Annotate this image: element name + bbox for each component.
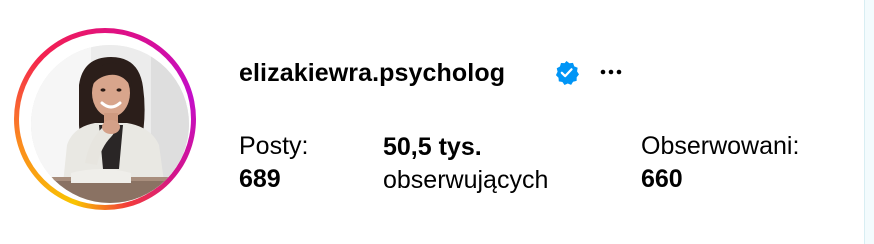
stat-following-label: Obserwowani:: [641, 132, 800, 160]
stat-followers-link[interactable]: 50,5 tys. obserwujących: [383, 130, 548, 196]
avatar: [31, 45, 189, 203]
stat-posts-label: Posty:: [239, 132, 309, 160]
stat-posts-value: 689: [239, 165, 281, 193]
stat-followers-label: obserwujących: [383, 166, 549, 194]
story-ring-avatar-button[interactable]: [14, 28, 196, 210]
stat-followers-value: 50,5 tys.: [383, 133, 482, 161]
window-right-edge: [864, 0, 874, 244]
stat-posts: Posty: 689: [239, 130, 308, 195]
stat-following-link[interactable]: Obserwowani: 660: [641, 130, 799, 195]
more-horizontal-icon[interactable]: [596, 56, 626, 86]
verified-badge-shape: [555, 60, 579, 85]
story-ring-gap: [19, 33, 191, 205]
profile-username[interactable]: elizakiewra.psycholog: [239, 57, 505, 89]
verified-badge-icon: [554, 60, 579, 85]
avatar-photo: [31, 45, 189, 203]
stat-following-value: 660: [641, 165, 683, 193]
more-dots: [600, 69, 622, 75]
profile-header: elizakiewra.psycholog Posty: 689 50,5 ty…: [0, 0, 874, 244]
